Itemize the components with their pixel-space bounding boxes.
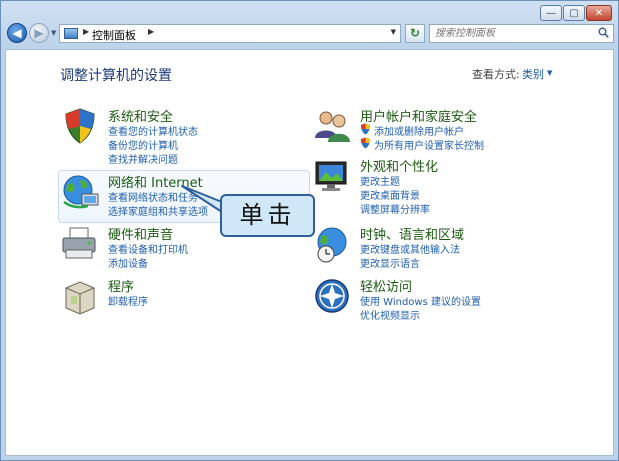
search-box[interactable]: [429, 24, 614, 43]
link-troubleshoot[interactable]: 查找并解决问题: [108, 151, 178, 166]
programs-box-icon[interactable]: [60, 276, 100, 316]
control-panel-window: — ▢ ✕ ◀ ▶ ▼ ▶ 控制面板 ▶ ▼ ↻ 调整计算机的设置 查看方式: …: [0, 0, 619, 461]
category-ease-access: 轻松访问 使用 Windows 建议的设置 优化视频显示: [312, 276, 572, 322]
history-dropdown-icon[interactable]: ▼: [51, 29, 56, 37]
chevron-down-icon[interactable]: ▼: [547, 69, 552, 77]
link-screen-resolution[interactable]: 调整屏幕分辨率: [360, 201, 430, 216]
shield-icon[interactable]: [60, 106, 100, 146]
network-globe-icon[interactable]: [60, 172, 100, 212]
breadcrumb-separator-icon[interactable]: ▶: [83, 27, 89, 36]
users-icon[interactable]: [312, 106, 352, 146]
annotation-callout: 单击: [220, 194, 315, 237]
control-panel-icon: [64, 28, 78, 39]
maximize-button[interactable]: ▢: [563, 5, 585, 21]
close-button[interactable]: ✕: [586, 5, 612, 21]
category-programs: 程序 卸载程序: [60, 276, 280, 321]
view-by-label: 查看方式:: [472, 68, 520, 81]
view-by-select[interactable]: 类别: [522, 66, 544, 82]
link-display-language[interactable]: 更改显示语言: [360, 255, 420, 270]
link-change-theme[interactable]: 更改主题: [360, 173, 400, 188]
monitor-icon[interactable]: [312, 156, 352, 196]
back-button[interactable]: ◀: [7, 23, 27, 43]
uac-shield-icon: [361, 137, 370, 149]
link-uninstall-program[interactable]: 卸载程序: [108, 293, 148, 308]
ease-of-access-icon[interactable]: [312, 276, 352, 316]
page-title: 调整计算机的设置: [60, 68, 172, 84]
breadcrumb-separator-icon[interactable]: ▶: [148, 27, 154, 36]
link-desktop-background[interactable]: 更改桌面背景: [360, 187, 420, 202]
link-windows-recommended[interactable]: 使用 Windows 建议的设置: [360, 293, 481, 308]
uac-shield-icon: [361, 123, 370, 135]
forward-button[interactable]: ▶: [29, 23, 49, 43]
category-clock-region: 时钟、语言和区域 更改键盘或其他输入法 更改显示语言: [312, 224, 572, 270]
address-dropdown-icon[interactable]: ▼: [391, 28, 396, 36]
category-user-accounts: 用户帐户和家庭安全 添加或删除用户帐户 为所有用户设置家长控制: [312, 106, 572, 156]
address-bar[interactable]: ▶ 控制面板 ▶ ▼: [59, 24, 401, 43]
link-devices-printers[interactable]: 查看设备和打印机: [108, 241, 188, 256]
link-add-device[interactable]: 添加设备: [108, 255, 148, 270]
link-view-computer-status[interactable]: 查看您的计算机状态: [108, 123, 198, 138]
breadcrumb-control-panel[interactable]: 控制面板: [92, 27, 136, 43]
window-controls: — ▢ ✕: [540, 5, 612, 21]
search-icon[interactable]: [598, 27, 609, 38]
clock-globe-icon[interactable]: [312, 224, 352, 264]
link-keyboard-input[interactable]: 更改键盘或其他输入法: [360, 241, 460, 256]
content-pane: 调整计算机的设置 查看方式: 类别 ▼ 系统和安全 查看您的计算机状态 备份您的…: [5, 49, 614, 456]
printer-icon[interactable]: [60, 224, 100, 264]
link-optimize-display[interactable]: 优化视频显示: [360, 307, 420, 322]
category-system-security: 系统和安全 查看您的计算机状态 备份您的计算机 查找并解决问题: [60, 106, 280, 166]
link-parental-controls[interactable]: 为所有用户设置家长控制: [374, 137, 484, 152]
refresh-button[interactable]: ↻: [405, 24, 425, 43]
minimize-button[interactable]: —: [540, 5, 562, 21]
callout-pointer: [181, 185, 223, 213]
navigation-bar: ◀ ▶ ▼ ▶ 控制面板 ▶ ▼ ↻: [5, 23, 614, 45]
category-appearance: 外观和个性化 更改主题 更改桌面背景 调整屏幕分辨率: [312, 156, 572, 216]
link-backup-computer[interactable]: 备份您的计算机: [108, 137, 178, 152]
search-input[interactable]: [435, 26, 585, 41]
link-add-remove-accounts[interactable]: 添加或删除用户帐户: [374, 123, 464, 138]
